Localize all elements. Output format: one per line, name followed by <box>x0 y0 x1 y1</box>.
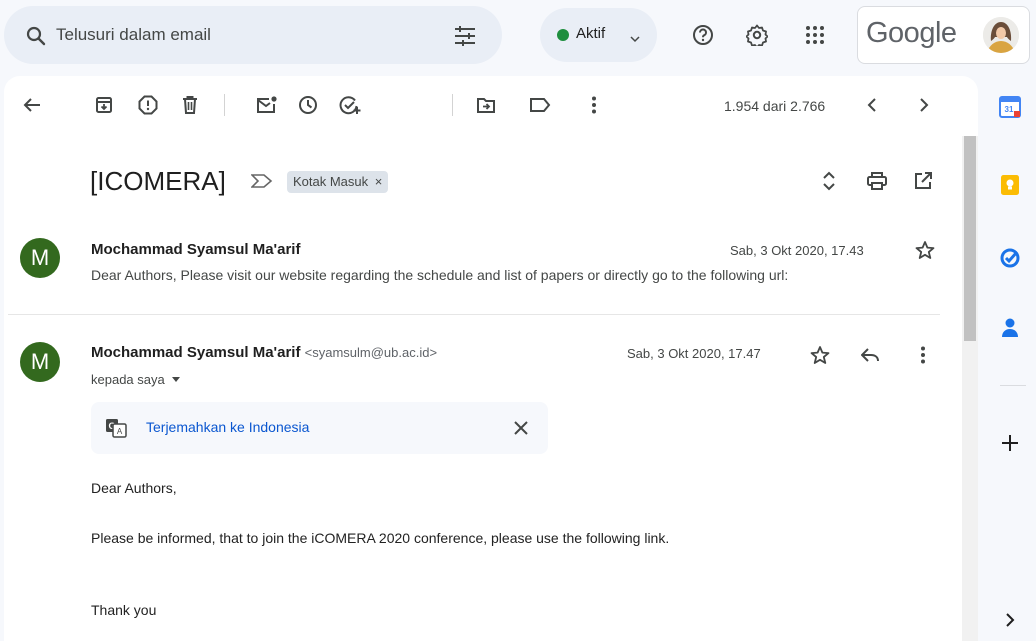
help-icon[interactable] <box>688 20 718 50</box>
contacts-icon[interactable] <box>995 313 1025 343</box>
apps-icon[interactable] <box>800 20 830 50</box>
newer-icon[interactable] <box>856 89 888 121</box>
keep-icon[interactable] <box>995 170 1025 200</box>
tasks-icon[interactable] <box>995 243 1025 273</box>
search-input[interactable] <box>56 21 416 49</box>
older-icon[interactable] <box>908 89 940 121</box>
close-icon[interactable] <box>509 416 533 440</box>
message-panel: 1.954 dari 2.766 [ICOMERA] Kotak Masuk × <box>4 76 978 641</box>
sender-avatar[interactable]: M <box>20 342 60 382</box>
mark-unread-icon[interactable] <box>251 89 283 121</box>
message-body-line: Please be informed, that to join the iCO… <box>91 530 670 546</box>
search-icon[interactable] <box>26 26 46 51</box>
translate-bar: GA Terjemahkan ke Indonesia <box>91 402 548 454</box>
label-chip[interactable]: Kotak Masuk × <box>287 171 389 193</box>
more-icon[interactable] <box>578 89 610 121</box>
label-chip-text: Kotak Masuk <box>293 174 369 189</box>
profile-avatar[interactable] <box>983 17 1019 53</box>
chevron-down-icon <box>630 30 640 48</box>
settings-icon[interactable] <box>742 20 772 50</box>
translate-link[interactable]: Terjemahkan ke Indonesia <box>146 419 309 435</box>
add-icon[interactable] <box>995 428 1025 458</box>
label-icon[interactable] <box>524 89 556 121</box>
calendar-icon[interactable]: 31 <box>995 92 1025 122</box>
chevron-down-icon <box>172 377 181 382</box>
open-new-window-icon[interactable] <box>910 168 936 194</box>
print-icon[interactable] <box>864 168 890 194</box>
expand-all-icon[interactable] <box>816 168 842 194</box>
status-label: Aktif <box>576 25 606 42</box>
scrollbar[interactable] <box>962 136 978 641</box>
recipients-toggle[interactable]: kepada saya <box>91 372 181 387</box>
star-icon[interactable] <box>912 237 938 263</box>
thread-subject: [ICOMERA] <box>90 166 226 196</box>
star-icon[interactable] <box>807 342 833 368</box>
add-task-icon[interactable] <box>334 89 366 121</box>
expand-icon[interactable] <box>995 605 1025 635</box>
gmail-window: Aktif Google <box>0 0 1036 641</box>
message-date[interactable]: Sab, 3 Okt 2020, 17.47 <box>627 346 761 361</box>
side-panel-divider <box>1000 385 1026 386</box>
message-more-icon[interactable] <box>910 342 936 368</box>
toolbar-divider <box>224 94 225 116</box>
message-count: 1.954 dari 2.766 <box>724 98 826 114</box>
reply-icon[interactable] <box>857 342 883 368</box>
search-bar[interactable] <box>4 6 502 64</box>
sender-name[interactable]: Mochammad Syamsul Ma'arif <box>91 241 300 258</box>
scrollbar-thumb[interactable] <box>964 136 976 341</box>
sender-name[interactable]: Mochammad Syamsul Ma'arif <box>91 344 300 361</box>
message-body-line: Thank you <box>91 602 157 618</box>
message-divider <box>8 314 940 315</box>
sender-avatar[interactable]: M <box>20 238 60 278</box>
svg-text:A: A <box>117 427 123 436</box>
move-to-icon[interactable] <box>470 89 502 121</box>
toolbar-divider <box>452 94 453 116</box>
message-date[interactable]: Sab, 3 Okt 2020, 17.43 <box>730 243 864 258</box>
account-switcher[interactable]: Google <box>857 6 1030 64</box>
snooze-icon[interactable] <box>292 89 324 121</box>
archive-icon[interactable] <box>88 89 120 121</box>
sender-header: Mochammad Syamsul Ma'arif <syamsulm@ub.a… <box>91 344 437 361</box>
status-dot <box>557 29 569 41</box>
label-remove-icon[interactable]: × <box>375 174 383 189</box>
svg-text:31: 31 <box>1005 105 1014 114</box>
message-body-line: Dear Authors, <box>91 480 177 496</box>
google-logo: Google <box>866 17 957 49</box>
back-arrow-icon[interactable] <box>16 89 48 121</box>
delete-icon[interactable] <box>174 89 206 121</box>
translate-icon: GA <box>105 418 127 443</box>
recipients-label: kepada saya <box>91 372 165 387</box>
message-snippet[interactable]: Dear Authors, Please visit our website r… <box>91 267 939 283</box>
importance-marker-icon[interactable] <box>250 174 273 193</box>
tune-icon[interactable] <box>454 26 476 51</box>
sender-email[interactable]: <syamsulm@ub.ac.id> <box>305 345 437 360</box>
status-selector[interactable]: Aktif <box>540 8 657 62</box>
report-spam-icon[interactable] <box>132 89 164 121</box>
